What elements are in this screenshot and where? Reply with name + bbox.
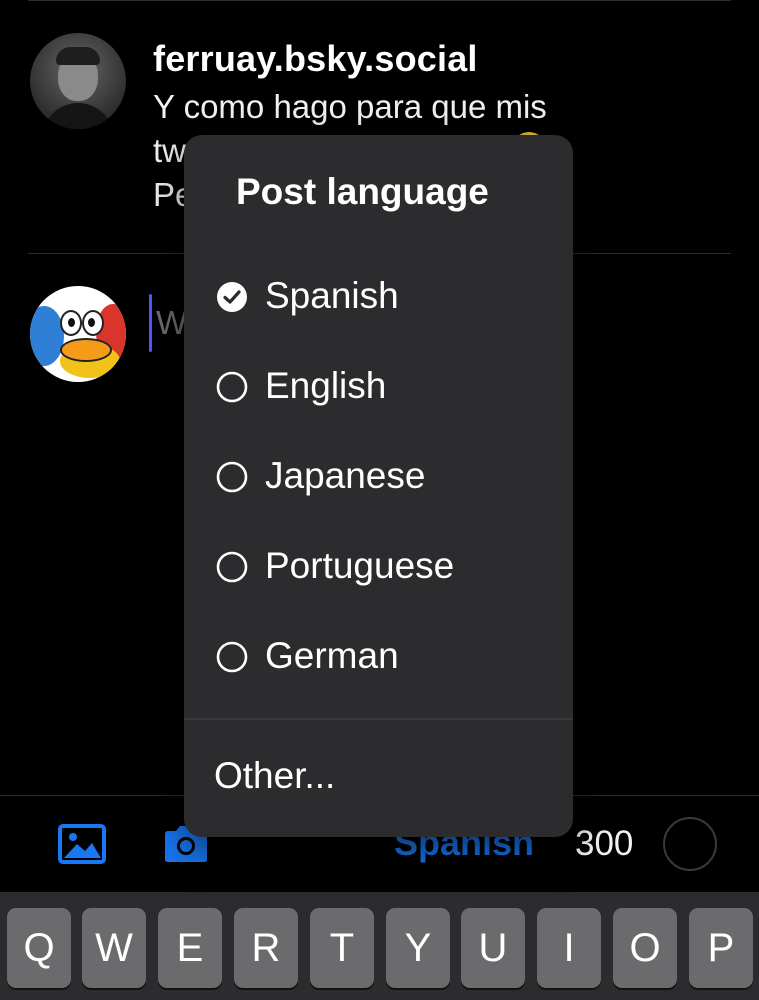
key-o[interactable]: O [613,908,677,988]
key-r[interactable]: R [234,908,298,988]
text-cursor [149,294,152,352]
menu-item-label: German [265,635,399,676]
post-author-handle: ferruay.bsky.social [153,38,478,79]
menu-item-label: Japanese [265,455,426,496]
compose-input[interactable]: W [156,304,187,342]
post-text-line-1: Y como hago para que mis [153,88,547,125]
menu-item-label: Spanish [265,275,399,316]
post-language-menu: Post language Spanish English Japanese P… [184,135,573,837]
key-t[interactable]: T [310,908,374,988]
menu-title: Post language [236,171,489,212]
key-q[interactable]: Q [7,908,71,988]
radio-empty-icon [216,461,248,493]
radio-empty-icon [216,641,248,673]
image-icon[interactable] [58,824,106,864]
radio-empty-icon [216,551,248,583]
menu-item-other[interactable]: Other... [184,725,573,825]
menu-item-spanish[interactable]: Spanish [184,255,573,341]
keyboard: Q W E R T Y U I O P [0,892,759,1000]
key-i[interactable]: I [537,908,601,988]
menu-separator [184,718,573,720]
post-text-line-2: tw [153,132,186,169]
avatar-ferruay[interactable] [30,33,126,129]
key-w[interactable]: W [82,908,146,988]
character-count-ring [663,817,717,871]
key-e[interactable]: E [158,908,222,988]
key-y[interactable]: Y [386,908,450,988]
key-u[interactable]: U [461,908,525,988]
key-p[interactable]: P [689,908,753,988]
radio-empty-icon [216,371,248,403]
menu-item-english[interactable]: English [184,345,573,431]
menu-item-label: Portuguese [265,545,455,586]
avatar-current-user[interactable] [30,286,126,382]
menu-item-label: English [265,365,387,406]
character-count: 300 [575,824,634,863]
compose-screen: ferruay.bsky.social Y como hago para que… [0,0,759,1000]
menu-item-japanese[interactable]: Japanese [184,435,573,521]
check-circle-icon [216,281,248,313]
menu-item-portuguese[interactable]: Portuguese [184,525,573,611]
menu-item-german[interactable]: German [184,615,573,701]
menu-item-label: Other... [214,755,336,796]
